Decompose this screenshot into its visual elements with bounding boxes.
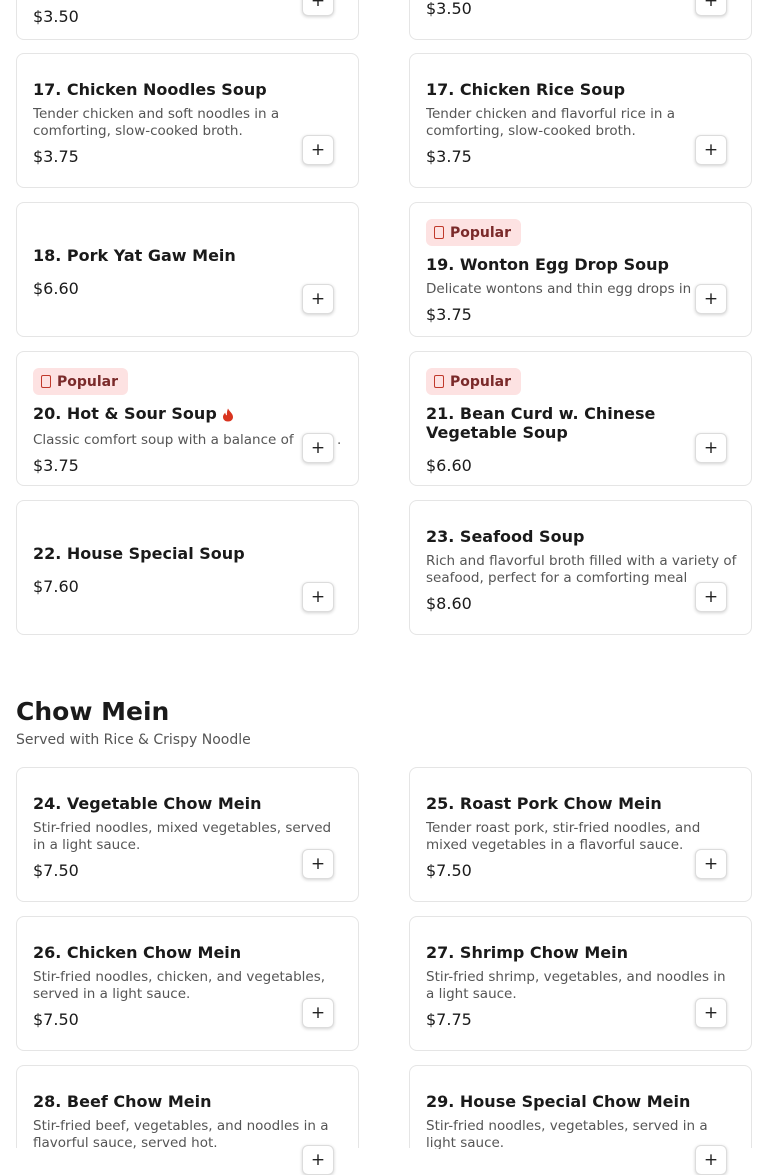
item-price: $6.60 [426,456,472,475]
menu-item-card[interactable]: 27. Shrimp Chow Mein Stir-fried shrimp, … [409,916,752,1051]
menu-item-card[interactable]: 29. House Special Chow Mein Stir-fried n… [409,1065,752,1175]
add-to-cart-button[interactable]: + [302,284,334,314]
add-to-cart-button[interactable]: + [695,582,727,612]
item-description: Stir-fried noodles, mixed vegetables, se… [33,820,332,853]
item-title: 17. Chicken Rice Soup [426,80,626,99]
item-description: Stir-fried noodles, chicken, and vegetab… [33,969,326,1002]
item-price: $6.60 [33,279,79,298]
menu-item-card[interactable]: 25. Roast Pork Chow Mein Tender roast po… [409,767,752,902]
menu-item-card[interactable]: 18. Pork Yat Gaw Mein $6.60 + [16,202,359,337]
item-description: Tender roast pork, stir-fried noodles, a… [426,820,701,853]
badge-label: Popular [450,224,512,241]
add-to-cart-button[interactable]: + [695,433,727,463]
item-title: 29. House Special Chow Mein [426,1092,691,1111]
item-title: 21. Bean Curd w. Chinese Vegetable Soup [426,404,656,442]
item-title: 17. Chicken Noodles Soup [33,80,267,99]
popular-icon [434,375,444,388]
popular-icon [41,375,51,388]
item-title: 22. House Special Soup [33,544,245,563]
item-price: $7.50 [426,861,472,880]
popular-badge: Popular [426,368,522,395]
popular-badge: Popular [426,219,522,246]
badge-label: Popular [450,373,512,390]
item-description: Delicate wontons and thin egg drops in [426,281,692,297]
item-price: $3.75 [426,147,472,166]
item-title: 20. Hot & Sour Soup [33,404,217,423]
menu-item-card[interactable]: $3.50 + [409,0,752,40]
item-description: Stir-fried beef, vegetables, and noodles… [33,1118,329,1149]
item-title: 28. Beef Chow Mein [33,1092,212,1111]
add-to-cart-button[interactable]: + [695,135,727,165]
item-price: $7.75 [426,1010,472,1029]
add-to-cart-button[interactable]: + [302,0,334,16]
add-to-cart-button[interactable]: + [302,849,334,879]
menu-item-card[interactable]: 22. House Special Soup $7.60 + [16,500,359,635]
item-title: 18. Pork Yat Gaw Mein [33,246,236,265]
item-price: $7.60 [33,577,79,596]
item-price: $3.75 [33,456,79,475]
item-price: $3.75 [426,305,472,324]
item-title: 23. Seafood Soup [426,527,585,546]
menu-item-card[interactable]: Popular 20. Hot & Sour Soup Classic comf… [16,351,359,486]
add-to-cart-button[interactable]: + [695,284,727,314]
add-to-cart-button[interactable]: + [302,998,334,1028]
item-title: 26. Chicken Chow Mein [33,943,242,962]
item-price: $8.60 [426,594,472,613]
item-description: Classic comfort soup with a balance of [33,432,344,449]
popular-icon [434,226,444,239]
item-price: $7.50 [33,861,79,880]
item-price: $3.50 [33,7,79,26]
add-to-cart-button[interactable]: + [302,1145,334,1175]
section-subtitle: Served with Rice & Crispy Noodle [16,732,251,748]
add-to-cart-button[interactable]: + [302,582,334,612]
popular-badge: Popular [33,368,129,395]
item-description: Rich and flavorful broth filled with a v… [426,553,737,586]
add-to-cart-button[interactable]: + [302,433,334,463]
item-price: $3.50 [426,0,472,18]
item-price: $7.50 [33,1010,79,1029]
badge-label: Popular [57,373,119,390]
add-to-cart-button[interactable]: + [695,1145,727,1175]
item-title: 25. Roast Pork Chow Mein [426,794,662,813]
add-to-cart-button[interactable]: + [695,849,727,879]
flame-icon [222,408,233,421]
menu-item-card[interactable]: 17. Chicken Noodles Soup Tender chicken … [16,53,359,188]
item-description: Tender chicken and soft noodles in a com… [33,106,280,139]
item-price: $3.75 [33,147,79,166]
menu-item-card[interactable]: 17. Chicken Rice Soup Tender chicken and… [409,53,752,188]
item-description-tail: . [337,432,342,448]
menu-item-card[interactable]: Popular 21. Bean Curd w. Chinese Vegetab… [409,351,752,486]
section-title: Chow Mein [16,697,170,726]
menu-item-card[interactable]: 28. Beef Chow Mein Stir-fried beef, vege… [16,1065,359,1175]
item-title: 24. Vegetable Chow Mein [33,794,262,813]
item-title: 27. Shrimp Chow Mein [426,943,629,962]
item-description: Stir-fried shrimp, vegetables, and noodl… [426,969,726,1002]
item-title-row: 20. Hot & Sour Soup [33,404,338,423]
item-description: Stir-fried noodles, vegetables, served i… [426,1118,708,1149]
menu-item-card[interactable]: $3.50 + [16,0,359,40]
menu-item-card[interactable]: 26. Chicken Chow Mein Stir-fried noodles… [16,916,359,1051]
item-description-text: Classic comfort soup with a balance of [33,432,294,448]
menu-item-card[interactable]: 23. Seafood Soup Rich and flavorful brot… [409,500,752,635]
menu-item-card[interactable]: 24. Vegetable Chow Mein Stir-fried noodl… [16,767,359,902]
add-to-cart-button[interactable]: + [695,998,727,1028]
add-to-cart-button[interactable]: + [695,0,727,16]
item-description: Tender chicken and flavorful rice in a c… [426,106,675,139]
item-title: 19. Wonton Egg Drop Soup [426,255,669,274]
menu-item-card[interactable]: Popular 19. Wonton Egg Drop Soup Delicat… [409,202,752,337]
add-to-cart-button[interactable]: + [302,135,334,165]
